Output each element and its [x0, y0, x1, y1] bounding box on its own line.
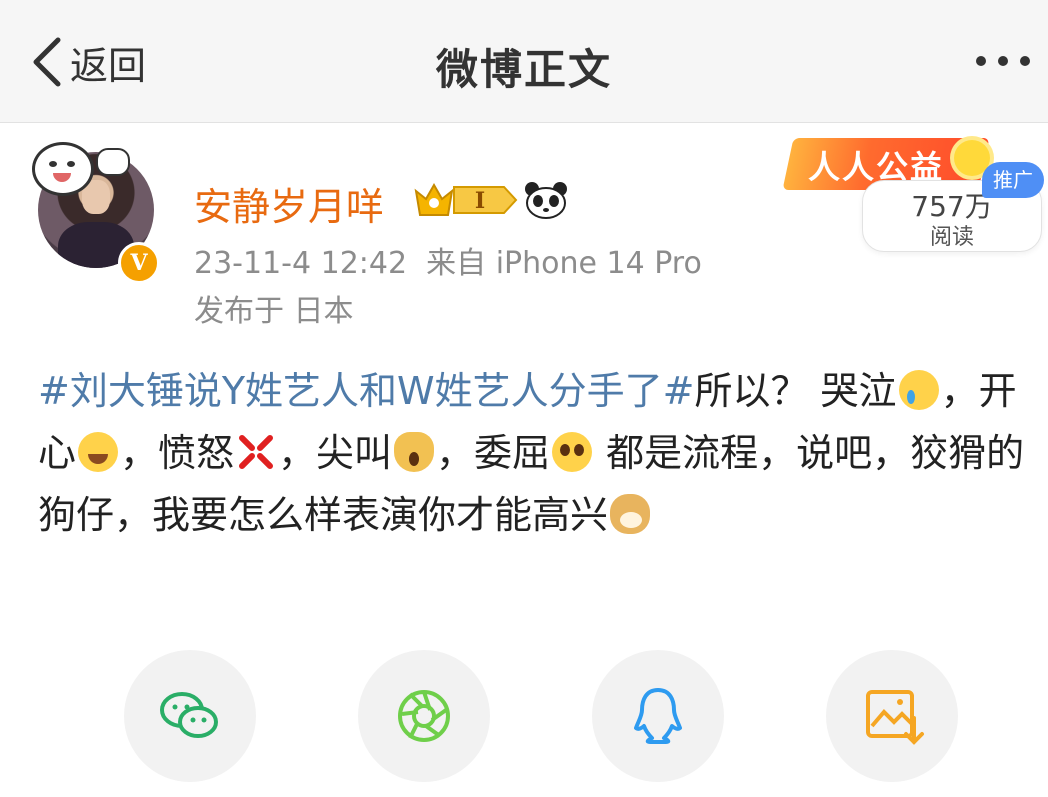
- sticker-eye: [49, 161, 57, 167]
- nav-bar: 返回 微博正文: [0, 0, 1048, 123]
- ad-badge: 推广: [982, 162, 1044, 198]
- anger-symbol-icon: [236, 428, 276, 469]
- sticker-eye: [67, 161, 75, 167]
- panda-icon: [525, 182, 567, 219]
- moments-icon: [398, 690, 450, 742]
- timestamp: 23-11-4 12:42: [194, 246, 408, 281]
- post-text-segment: ，委屈: [436, 431, 551, 475]
- more-dot-icon: [998, 56, 1008, 66]
- crying-emoji-icon: [898, 370, 939, 410]
- vip-crown-icon[interactable]: I: [414, 181, 518, 219]
- sticker-mouth: [53, 173, 71, 182]
- post-location: 发布于 日本: [194, 294, 354, 329]
- share-wechat-button[interactable]: [124, 650, 256, 782]
- avatar-bubble-icon: [96, 148, 130, 176]
- qq-icon: [634, 688, 682, 744]
- more-dot-icon: [1020, 56, 1030, 66]
- more-options-button[interactable]: [966, 46, 1040, 76]
- post-content: #刘大锤说Y姓艺人和W姓艺人分手了#所以？ 哭泣 ，开心 ，愤怒 ，尖叫 ，委屈 都是流…: [38, 360, 1028, 546]
- doge-emoji-icon: [610, 494, 651, 534]
- hashtag-link[interactable]: #刘大锤说Y姓艺人和W姓艺人分手了#: [38, 369, 694, 413]
- pleading-emoji-icon: [552, 432, 593, 472]
- post-text-segment: ，尖叫: [278, 431, 393, 475]
- avatar-sticker-icon: [32, 142, 94, 196]
- more-dot-icon: [976, 56, 986, 66]
- post-text-segment: 所以？ 哭泣: [694, 369, 897, 413]
- screaming-cat-emoji-icon: [394, 432, 435, 472]
- read-label: 阅读: [929, 225, 974, 250]
- share-qq-button[interactable]: [592, 650, 724, 782]
- save-image-icon: [866, 690, 924, 745]
- verified-badge: V: [118, 242, 160, 284]
- post-meta: 23-11-4 12:42 来自 iPhone 14 Pro: [194, 238, 702, 282]
- save-image-button[interactable]: [826, 650, 958, 782]
- wechat-icon: [160, 692, 218, 738]
- vip-level: I: [475, 188, 485, 214]
- page-title: 微博正文: [435, 45, 612, 94]
- laughing-emoji-icon: [78, 432, 119, 472]
- post-source: 来自 iPhone 14 Pro: [426, 246, 702, 281]
- post-text-segment: ，愤怒: [120, 431, 235, 475]
- username[interactable]: 安静岁月咩: [194, 176, 384, 231]
- share-moments-button[interactable]: [358, 650, 490, 782]
